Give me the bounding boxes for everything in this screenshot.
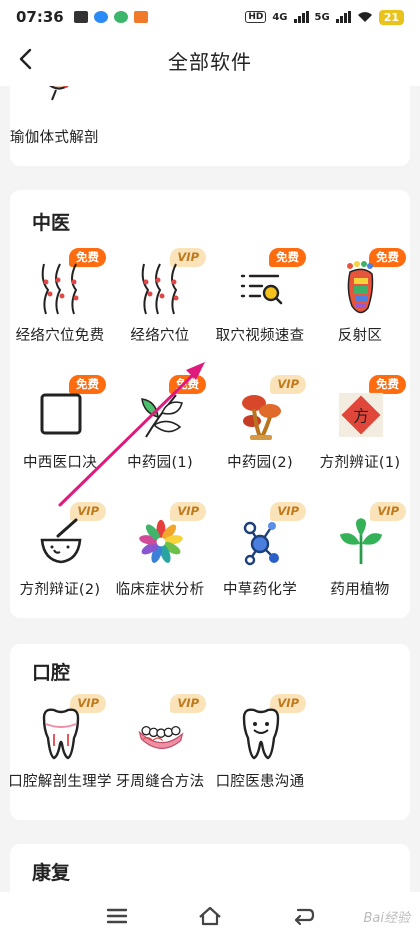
- home-icon[interactable]: [197, 903, 223, 929]
- foot-reflexology-icon: [338, 260, 384, 316]
- tooth-anatomy-icon: [38, 706, 84, 762]
- colorful-leaves-icon: [138, 514, 184, 570]
- list-search-icon: [238, 260, 284, 316]
- app-item[interactable]: VIP 口腔医患沟通: [210, 694, 310, 814]
- signal-icon: [293, 11, 309, 23]
- app-item[interactable]: VIP 牙周缝合方法: [110, 694, 210, 814]
- notification-icon: [73, 11, 88, 23]
- back-arrow-icon[interactable]: [12, 44, 42, 74]
- system-nav-bar: [0, 892, 420, 940]
- app-label: 中西医口决: [23, 455, 97, 471]
- app-label: 口腔解剖生理学: [8, 774, 112, 790]
- app-label: 临床症状分析: [115, 582, 205, 598]
- app-label: 中药园(1): [127, 455, 193, 471]
- app-item[interactable]: 免费 经络穴位免费: [10, 248, 110, 368]
- app-item[interactable]: VIP 中药园(2): [210, 375, 310, 495]
- hd-indicator: HD: [245, 11, 267, 23]
- fangji-character-icon: 方: [338, 387, 384, 443]
- app-item[interactable]: VIP 中草药化学: [210, 502, 310, 622]
- section-card-partial: 瑜伽体式解剖: [10, 86, 410, 166]
- app-notification-icon: [93, 11, 108, 23]
- app-item[interactable]: VIP 药用植物: [310, 502, 410, 622]
- status-time: 07:36: [16, 8, 64, 26]
- meridian-points-icon: [38, 260, 84, 316]
- herb-leaves-icon: [138, 387, 184, 443]
- app-label: 经络穴位: [130, 328, 190, 344]
- network-label: 4G: [272, 11, 288, 23]
- app-item[interactable]: VIP 口腔解剖生理学: [8, 694, 111, 814]
- app-item[interactable]: 免费 中药园(1): [110, 375, 210, 495]
- section-title: 康复: [32, 862, 71, 884]
- app-item[interactable]: VIP 经络穴位: [110, 248, 210, 368]
- app-label: 药用植物: [330, 582, 390, 598]
- app-item[interactable]: 免费 反射区: [310, 248, 410, 368]
- app-label: 方剂辨证(1): [319, 455, 401, 471]
- back-icon[interactable]: [290, 903, 316, 929]
- app-label: 中药园(2): [227, 455, 293, 471]
- dental-suture-icon: [138, 706, 184, 762]
- app-label: 反射区: [337, 328, 383, 344]
- green-plant-icon: [338, 514, 384, 570]
- status-bar: 07:36 HD 4G 5G 21: [0, 0, 420, 34]
- network-label: 5G: [314, 11, 330, 23]
- software-list[interactable]: 瑜伽体式解剖 中医 免费 经络穴位免费 VIP 经络穴位 免费 取穴视频速查 免…: [0, 86, 420, 892]
- menu-icon[interactable]: [104, 903, 130, 929]
- yoga-figure-icon: [38, 86, 84, 102]
- app-label: 口腔医患沟通: [215, 774, 305, 790]
- wifi-icon: [357, 12, 372, 22]
- square-outline-icon: [38, 387, 84, 443]
- app-header: 全部软件: [0, 34, 420, 86]
- section-card-oral: 口腔 VIP 口腔解剖生理学 VIP 牙周缝合方法 VIP 口腔医患沟通: [8, 644, 410, 820]
- app-label: 取穴视频速查: [215, 328, 305, 344]
- section-title: 口腔: [32, 662, 71, 684]
- app-item[interactable]: VIP 临床症状分析: [110, 502, 210, 622]
- meridian-points-icon: [138, 260, 184, 316]
- smiling-tooth-icon: [238, 706, 284, 762]
- app-notification-icon: [133, 11, 148, 23]
- app-item[interactable]: 免费 方 方剂辨证(1): [310, 375, 410, 495]
- watermark: Bai经验: [363, 911, 411, 926]
- app-item-yoga[interactable]: 瑜伽体式解剖: [10, 86, 110, 156]
- mortar-pestle-icon: [38, 514, 84, 570]
- app-item[interactable]: VIP 方剂辩证(2): [10, 502, 110, 622]
- section-title: 中医: [32, 212, 71, 234]
- app-item[interactable]: 免费 取穴视频速查: [210, 248, 310, 368]
- app-label: 牙周缝合方法: [115, 774, 205, 790]
- section-card-tcm: 中医 免费 经络穴位免费 VIP 经络穴位 免费 取穴视频速查 免费 反射区 免…: [10, 190, 410, 618]
- app-label: 方剂辩证(2): [19, 582, 101, 598]
- app-label: 瑜伽体式解剖: [10, 130, 99, 146]
- app-label: 中草药化学: [223, 582, 297, 598]
- molecule-icon: [238, 514, 284, 570]
- fangji-char: 方: [353, 406, 369, 425]
- lingzhi-mushroom-icon: [238, 387, 284, 443]
- app-item[interactable]: 免费 中西医口决: [10, 375, 110, 495]
- signal-icon: [335, 11, 351, 23]
- page-title: 全部软件: [168, 49, 252, 74]
- battery-icon: 21: [378, 9, 404, 25]
- section-card-rehab: 康复: [10, 844, 410, 892]
- app-label: 经络穴位免费: [15, 328, 105, 344]
- app-notification-icon: [113, 11, 128, 23]
